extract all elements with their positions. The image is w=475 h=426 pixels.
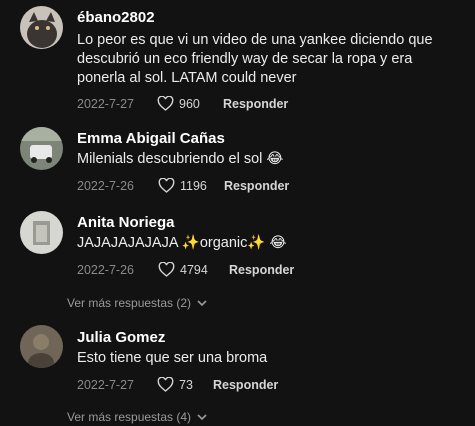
comment-item: Julia Gomez Esto tiene que ser una broma… bbox=[0, 315, 475, 426]
chevron-down-icon bbox=[197, 299, 207, 306]
laughing-emoji-icon: 😂 bbox=[269, 235, 287, 251]
heart-outline-icon bbox=[158, 178, 175, 193]
comment-username[interactable]: ébano2802 bbox=[77, 9, 155, 26]
comment-meta: 2022-7-27 960 Responder bbox=[77, 96, 288, 111]
view-more-replies-label: Ver más respuestas (4) bbox=[67, 410, 192, 424]
comment-text: Esto tiene que ser una broma bbox=[77, 350, 268, 366]
reply-button[interactable]: Responder bbox=[224, 179, 289, 193]
like-count: 1196 bbox=[180, 178, 207, 193]
like-button[interactable]: 960 bbox=[157, 96, 223, 111]
reply-button[interactable]: Responder bbox=[229, 263, 294, 277]
avatar[interactable] bbox=[20, 6, 63, 49]
comment-item: Emma Abigail Cañas Milenials descubriend… bbox=[0, 120, 475, 200]
heart-outline-icon bbox=[158, 262, 175, 277]
avatar[interactable] bbox=[20, 325, 63, 368]
comment-text-body: Milenials descubriendo el sol bbox=[77, 151, 263, 167]
sparkles-icon: ✨ bbox=[247, 235, 266, 251]
comment-date: 2022-7-27 bbox=[77, 96, 134, 111]
comment-username[interactable]: Emma Abigail Cañas bbox=[77, 130, 225, 147]
view-more-replies-label: Ver más respuestas (2) bbox=[67, 296, 192, 310]
comment-meta: 2022-7-27 73 Responder bbox=[77, 377, 278, 392]
like-count: 4794 bbox=[180, 262, 208, 277]
comment-item: Anita Noriega JAJAJAJAJAJA ✨organic✨ 😂 2… bbox=[0, 200, 475, 310]
reply-button[interactable]: Responder bbox=[223, 97, 288, 111]
avatar-image bbox=[20, 325, 63, 368]
heart-outline-icon bbox=[157, 377, 174, 392]
comment-text-organic: organic bbox=[199, 235, 248, 251]
laughing-emoji-icon: 😂 bbox=[266, 151, 284, 167]
comment-meta: 2022-7-26 4794 Responder bbox=[77, 262, 294, 277]
like-count: 960 bbox=[179, 96, 200, 111]
view-more-replies-button[interactable]: Ver más respuestas (2) bbox=[67, 296, 207, 310]
avatar-image bbox=[20, 211, 63, 254]
avatar-image bbox=[20, 127, 63, 170]
comment-date: 2022-7-27 bbox=[77, 377, 134, 392]
avatar-image bbox=[20, 6, 63, 49]
comment-text: Lo peor es que vi un video de una yankee… bbox=[77, 32, 433, 86]
comment-item: ébano2802 Lo peor es que vi un video de … bbox=[0, 0, 475, 120]
avatar[interactable] bbox=[20, 127, 63, 170]
heart-outline-icon bbox=[157, 96, 174, 111]
comment-meta: 2022-7-26 1196 Responder bbox=[77, 178, 289, 193]
chevron-down-icon bbox=[197, 413, 207, 420]
comment-date: 2022-7-26 bbox=[77, 178, 134, 193]
comment-username[interactable]: Julia Gomez bbox=[77, 329, 165, 346]
like-count: 73 bbox=[179, 377, 193, 392]
comment-text: Milenials descubriendo el sol 😂 bbox=[77, 150, 457, 169]
like-button[interactable]: 73 bbox=[157, 377, 213, 392]
comment-text: JAJAJAJAJAJA ✨organic✨ 😂 bbox=[77, 234, 457, 253]
sparkles-icon: ✨ bbox=[181, 235, 200, 251]
comment-date: 2022-7-26 bbox=[77, 262, 134, 277]
comment-text-body: JAJAJAJAJAJA bbox=[77, 235, 182, 251]
comment-username[interactable]: Anita Noriega bbox=[77, 214, 175, 231]
avatar[interactable] bbox=[20, 211, 63, 254]
like-button[interactable]: 1196 bbox=[158, 178, 224, 193]
like-button[interactable]: 4794 bbox=[158, 262, 229, 277]
view-more-replies-button[interactable]: Ver más respuestas (4) bbox=[67, 410, 207, 424]
reply-button[interactable]: Responder bbox=[213, 378, 278, 392]
